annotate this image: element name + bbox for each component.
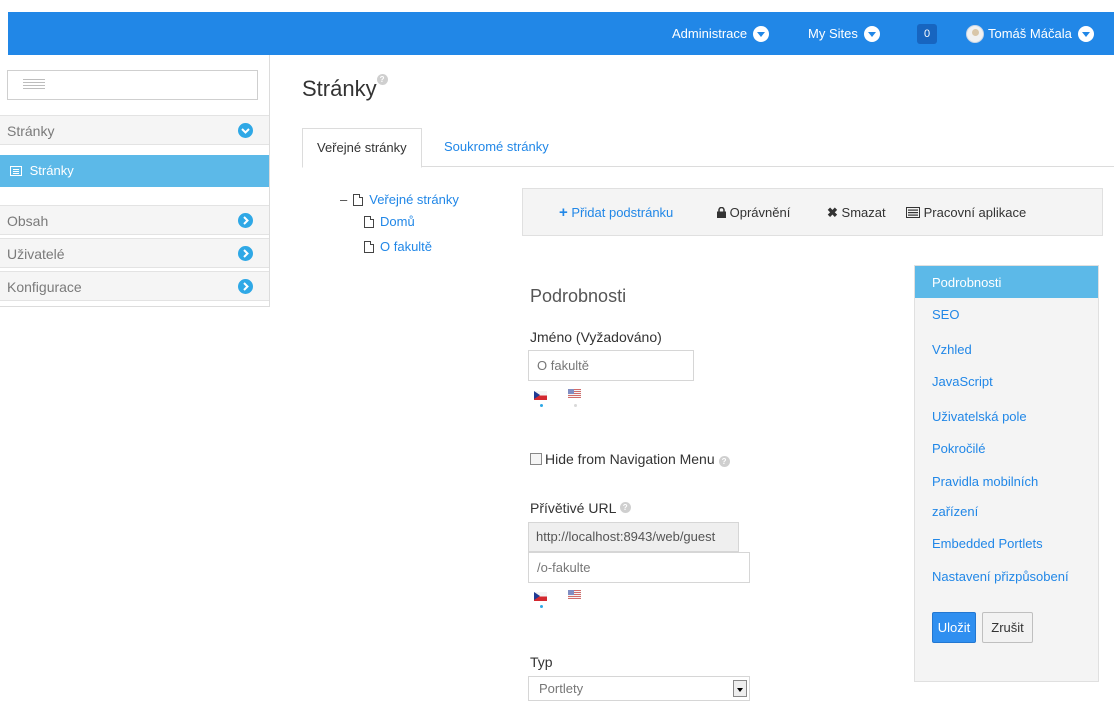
sidebar-section-stranky[interactable]: Stránky — [0, 115, 269, 145]
add-child-page-label: Přidat podstránku — [571, 205, 674, 220]
hide-from-navigation-label: Hide from Navigation Menu ? — [545, 451, 730, 467]
user-menu[interactable]: Tomáš Máčala — [966, 12, 1094, 55]
sidebar-item-label: Stránky — [29, 163, 74, 178]
friendly-url-text: Přívětivé URL — [530, 500, 616, 516]
czech-flag-icon[interactable] — [534, 592, 547, 601]
chevron-right-icon — [238, 246, 253, 261]
form-navigator: Podrobnosti SEO Vzhled JavaScript Uživat… — [914, 265, 1099, 682]
permissions-button[interactable]: Oprávnění — [717, 189, 790, 237]
tree-root-label: Veřejné stránky — [369, 192, 459, 207]
page-title: Stránky? — [302, 74, 388, 102]
chevron-down-icon — [753, 25, 770, 42]
nav-zarizeni[interactable]: zařízení — [932, 504, 978, 519]
page-icon — [353, 194, 364, 206]
active-language-dot — [540, 605, 543, 608]
friendly-url-label: Přívětivé URL ? — [530, 500, 631, 516]
help-icon[interactable]: ? — [376, 74, 388, 85]
nav-uzivatelska-pole[interactable]: Uživatelská pole — [932, 409, 1027, 424]
tab-verejne-stranky[interactable]: Veřejné stránky — [302, 128, 422, 168]
friendly-url-prefix: http://localhost:8943/web/guest — [528, 522, 739, 552]
chevron-down-icon — [238, 123, 253, 138]
sidebar-item-obsah[interactable]: Obsah — [0, 205, 269, 235]
nav-javascript[interactable]: JavaScript — [932, 374, 993, 389]
page-icon — [364, 216, 374, 228]
search-input[interactable] — [7, 70, 258, 100]
tree-item-domu[interactable]: Domů — [364, 214, 415, 229]
notifications-button[interactable]: 0 — [917, 12, 937, 55]
sidebar-item-konfigurace[interactable]: Konfigurace — [0, 271, 269, 301]
type-select[interactable]: Portlety — [528, 676, 750, 701]
sidebar-item-label: Uživatelé — [7, 246, 65, 262]
page-icon — [10, 166, 22, 176]
sidebar-item-stranky[interactable]: Stránky — [0, 155, 269, 187]
sidebar-item-uzivatele[interactable]: Uživatelé — [0, 238, 269, 268]
sidebar-section-label: Stránky — [7, 123, 55, 139]
notification-count-badge: 0 — [917, 23, 937, 44]
tree-item-o-fakulte[interactable]: O fakultě — [364, 239, 432, 254]
active-language-dot — [540, 404, 543, 407]
section-title: Podrobnosti — [530, 286, 627, 306]
add-child-page-button[interactable]: + Přidat podstránku — [559, 189, 673, 237]
cancel-button[interactable]: Zrušit — [982, 612, 1033, 643]
top-navigation-bar: Administrace My Sites 0 Tomáš Máčala — [8, 12, 1114, 55]
help-icon[interactable]: ? — [718, 456, 730, 467]
nav-seo[interactable]: SEO — [932, 307, 959, 322]
czech-flag-icon[interactable] — [534, 391, 547, 400]
my-sites-menu[interactable]: My Sites — [808, 12, 880, 55]
sidebar-item-label: Konfigurace — [7, 279, 82, 295]
chevron-right-icon — [238, 279, 253, 294]
nav-embedded-portlets[interactable]: Embedded Portlets — [932, 536, 1043, 551]
us-flag-icon[interactable] — [568, 389, 581, 398]
search-icon — [23, 79, 45, 93]
nav-pokrocile[interactable]: Pokročilé — [932, 441, 985, 456]
user-name: Tomáš Máčala — [988, 26, 1072, 41]
delete-button[interactable]: ✖ Smazat — [827, 189, 886, 237]
tree-root[interactable]: – Veřejné stránky — [340, 192, 459, 207]
lock-icon — [717, 206, 726, 218]
nav-vzhled[interactable]: Vzhled — [932, 342, 972, 357]
page-toolbar: + Přidat podstránku Oprávnění ✖ Smazat P… — [522, 188, 1103, 236]
language-dot — [574, 404, 577, 407]
us-flag-icon[interactable] — [568, 590, 581, 599]
close-icon: ✖ — [827, 205, 838, 220]
chevron-down-icon — [863, 25, 880, 42]
page-tabs: Veřejné stránky Soukromé stránky — [302, 128, 1114, 168]
hide-from-navigation-checkbox[interactable] — [530, 453, 542, 465]
page-title-text: Stránky — [302, 76, 377, 101]
type-label: Typ — [530, 654, 553, 670]
friendly-url-field[interactable]: /o-fakulte — [528, 552, 750, 583]
nav-pravidla-mobilnich[interactable]: Pravidla mobilních — [932, 474, 1038, 489]
type-select-value: Portlety — [539, 681, 584, 696]
page-icon — [364, 241, 374, 253]
tab-soukrome-stranky[interactable]: Soukromé stránky — [430, 128, 563, 167]
help-icon[interactable]: ? — [619, 502, 631, 513]
delete-label: Smazat — [841, 205, 886, 220]
tree-item-label: O fakultě — [380, 239, 433, 254]
chevron-right-icon — [238, 213, 253, 228]
chevron-down-icon — [1077, 25, 1094, 42]
administrace-menu[interactable]: Administrace — [672, 12, 770, 55]
nav-nastaveni-prizpusobeni[interactable]: Nastavení přizpůsobení — [932, 569, 1069, 584]
name-field[interactable]: O fakultě — [528, 350, 694, 381]
my-sites-label: My Sites — [808, 26, 858, 41]
work-app-button[interactable]: Pracovní aplikace — [906, 189, 1026, 237]
administrace-label: Administrace — [672, 26, 748, 41]
product-menu-sidebar: Stránky Stránky Obsah Uživatelé Konfigur… — [0, 55, 270, 307]
name-label: Jméno (Vyžadováno) — [530, 329, 662, 345]
app-icon — [906, 207, 920, 218]
chevron-down-icon — [733, 680, 747, 697]
save-button[interactable]: Uložit — [932, 612, 976, 643]
work-app-label: Pracovní aplikace — [923, 205, 1027, 220]
nav-podrobnosti[interactable]: Podrobnosti — [915, 266, 1098, 298]
avatar — [966, 24, 984, 43]
plus-icon: + — [559, 204, 568, 221]
collapse-icon[interactable]: – — [340, 192, 347, 207]
sidebar-item-label: Obsah — [7, 213, 49, 229]
hide-from-navigation-text: Hide from Navigation Menu — [545, 451, 715, 467]
permissions-label: Oprávnění — [729, 205, 791, 220]
tree-item-label: Domů — [380, 214, 415, 229]
